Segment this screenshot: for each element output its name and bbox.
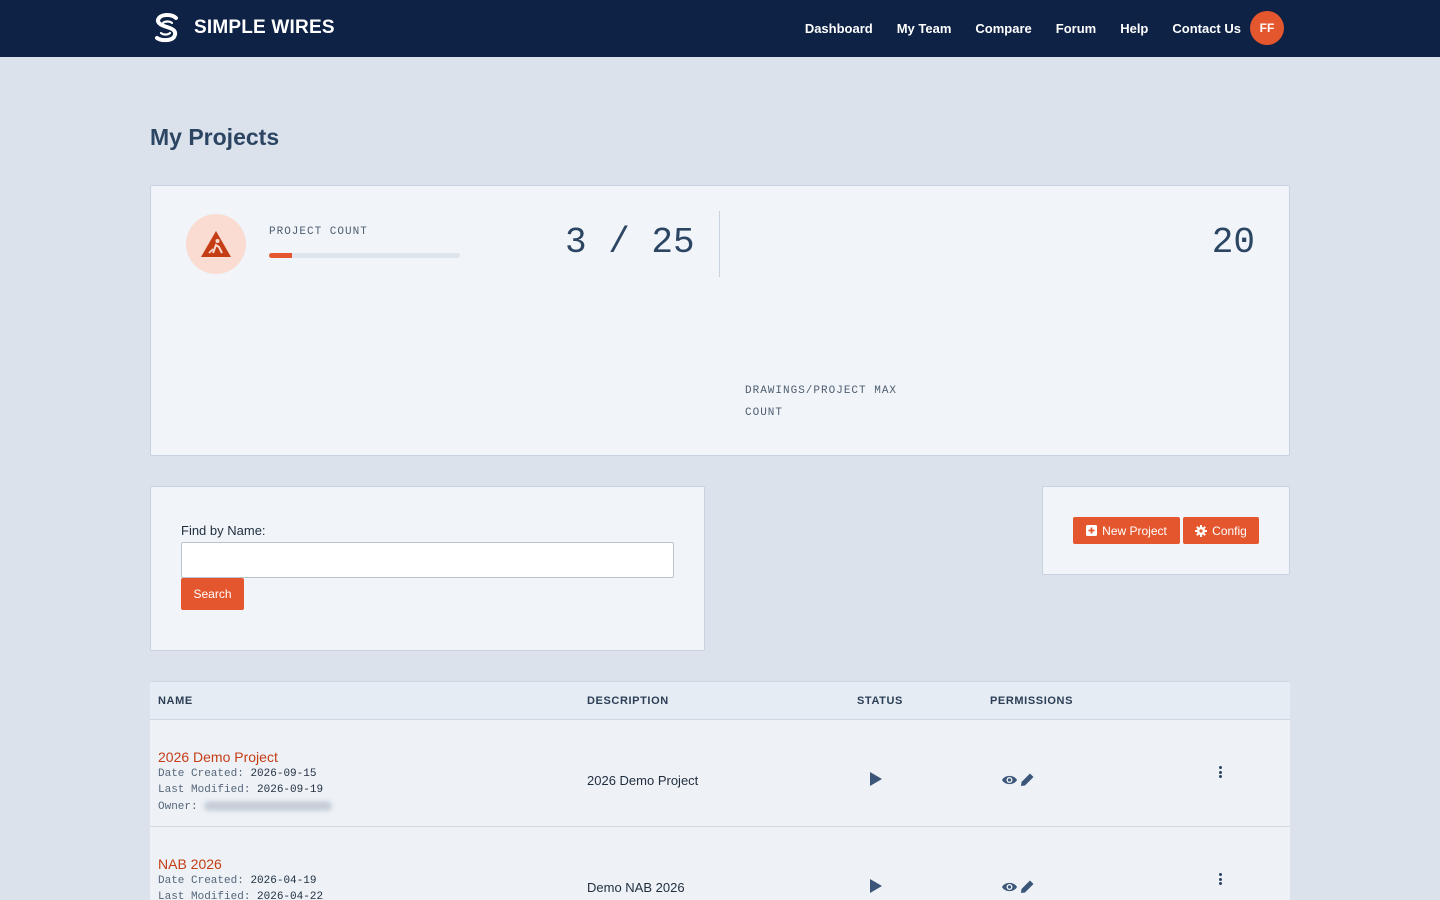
stats-divider [719, 211, 720, 277]
drawings-max-value: 20 [1211, 222, 1255, 263]
project-count-label: PROJECT COUNT [269, 226, 368, 238]
play-icon[interactable] [869, 879, 883, 893]
config-button[interactable]: Config [1183, 517, 1259, 544]
project-name-link[interactable]: 2026 Demo Project [158, 749, 278, 765]
simple-wires-logo-icon [155, 13, 178, 43]
permissions-icons [1001, 772, 1035, 787]
row-actions-menu-icon[interactable] [1216, 871, 1224, 887]
date-created-value: 2026-04-19 [250, 875, 317, 887]
brand-name: SIMPLE WIRES [194, 17, 335, 38]
owner-redacted [204, 801, 333, 812]
column-header-permissions[interactable]: PERMISSIONS [990, 695, 1073, 707]
owner: Owner: [158, 801, 333, 813]
play-icon[interactable] [869, 772, 883, 786]
nav-help[interactable]: Help [1120, 21, 1148, 36]
eye-icon[interactable] [1001, 774, 1018, 786]
nav-compare[interactable]: Compare [975, 21, 1031, 36]
row-actions-menu-icon[interactable] [1216, 764, 1224, 780]
construction-warning-icon [201, 231, 231, 257]
plus-square-icon [1086, 525, 1098, 536]
user-avatar[interactable]: FF [1250, 11, 1284, 45]
search-button[interactable]: Search [181, 578, 244, 610]
column-header-name[interactable]: NAME [158, 695, 193, 707]
page-title: My Projects [150, 124, 280, 150]
project-description: Demo NAB 2026 [587, 880, 685, 895]
last-modified-label: Last Modified: [158, 891, 251, 900]
project-description: 2026 Demo Project [587, 773, 699, 788]
column-header-description[interactable]: DESCRIPTION [587, 695, 669, 707]
find-by-name-label: Find by Name: [181, 523, 266, 538]
stat-icon-badge [186, 214, 246, 274]
pencil-icon[interactable] [1020, 879, 1035, 894]
last-modified: Last Modified: 2026-09-19 [158, 784, 323, 796]
owner-label: Owner: [158, 801, 198, 813]
permissions-icons [1001, 879, 1035, 894]
search-card: Find by Name: Search [150, 486, 705, 651]
projects-table: NAME DESCRIPTION STATUS PERMISSIONS 2026… [150, 681, 1290, 900]
actions-card: New Project Config [1042, 486, 1290, 575]
date-created-label: Date Created: [158, 768, 244, 780]
config-label: Config [1212, 523, 1247, 538]
search-input[interactable] [181, 542, 674, 578]
last-modified-value: 2026-09-19 [257, 784, 324, 796]
table-header: NAME DESCRIPTION STATUS PERMISSIONS [150, 681, 1290, 720]
eye-icon[interactable] [1001, 881, 1018, 893]
date-created: Date Created: 2026-09-15 [158, 768, 316, 780]
last-modified: Last Modified: 2026-04-22 [158, 891, 323, 900]
project-count-value: 3 / 25 [565, 222, 695, 263]
date-created-value: 2026-09-15 [250, 768, 317, 780]
stats-card: PROJECT COUNT 3 / 25 20 DRAWINGS/PROJECT… [150, 185, 1290, 456]
brand-logo[interactable]: SIMPLE WIRES [150, 11, 335, 45]
nav-dashboard[interactable]: Dashboard [805, 21, 873, 36]
nav-forum[interactable]: Forum [1056, 21, 1096, 36]
gear-icon [1195, 524, 1208, 537]
project-name-link[interactable]: NAB 2026 [158, 856, 222, 872]
date-created: Date Created: 2026-04-19 [158, 875, 316, 887]
table-row: NAB 2026 Date Created: 2026-04-19 Last M… [150, 827, 1290, 900]
column-header-status[interactable]: STATUS [857, 695, 903, 707]
nav-contact-us[interactable]: Contact Us [1172, 21, 1241, 36]
new-project-button[interactable]: New Project [1073, 517, 1180, 544]
last-modified-label: Last Modified: [158, 784, 251, 796]
project-count-progress [269, 253, 460, 258]
pencil-icon[interactable] [1020, 772, 1035, 787]
new-project-label: New Project [1102, 523, 1167, 538]
nav-my-team[interactable]: My Team [897, 21, 952, 36]
project-count-progress-fill [269, 253, 292, 258]
drawings-max-label: DRAWINGS/PROJECT MAX COUNT [745, 385, 898, 419]
main-nav: Dashboard My Team Compare Forum Help Con… [781, 11, 1284, 45]
table-row: 2026 Demo Project Date Created: 2026-09-… [150, 720, 1290, 827]
last-modified-value: 2026-04-22 [257, 891, 324, 900]
top-navbar: SIMPLE WIRES Dashboard My Team Compare F… [0, 0, 1440, 57]
date-created-label: Date Created: [158, 875, 244, 887]
